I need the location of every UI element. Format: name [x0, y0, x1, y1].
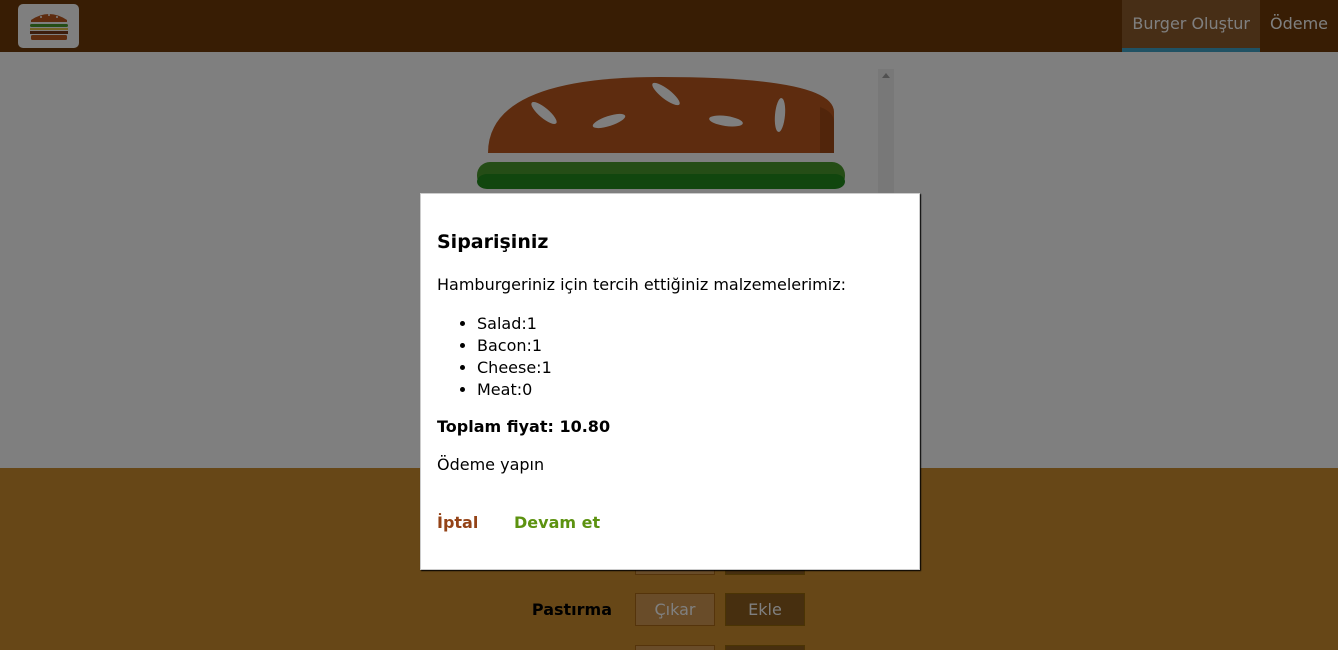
modal-intro: Hamburgeriniz için tercih ettiğiniz malz…	[437, 275, 846, 294]
list-item: Salad:1	[477, 313, 552, 335]
ingredient-list: Salad:1 Bacon:1 Cheese:1 Meat:0	[477, 313, 552, 401]
continue-button[interactable]: Devam et	[514, 513, 600, 532]
order-summary-modal: Siparişiniz Hamburgeriniz için tercih et…	[420, 193, 920, 570]
list-item: Cheese:1	[477, 357, 552, 379]
total-price: Toplam fiyat: 10.80	[437, 417, 611, 436]
list-item: Bacon:1	[477, 335, 552, 357]
cancel-button[interactable]: İptal	[437, 513, 478, 532]
list-item: Meat:0	[477, 379, 552, 401]
checkout-prompt: Ödeme yapın	[437, 455, 545, 474]
modal-title: Siparişiniz	[437, 231, 549, 253]
